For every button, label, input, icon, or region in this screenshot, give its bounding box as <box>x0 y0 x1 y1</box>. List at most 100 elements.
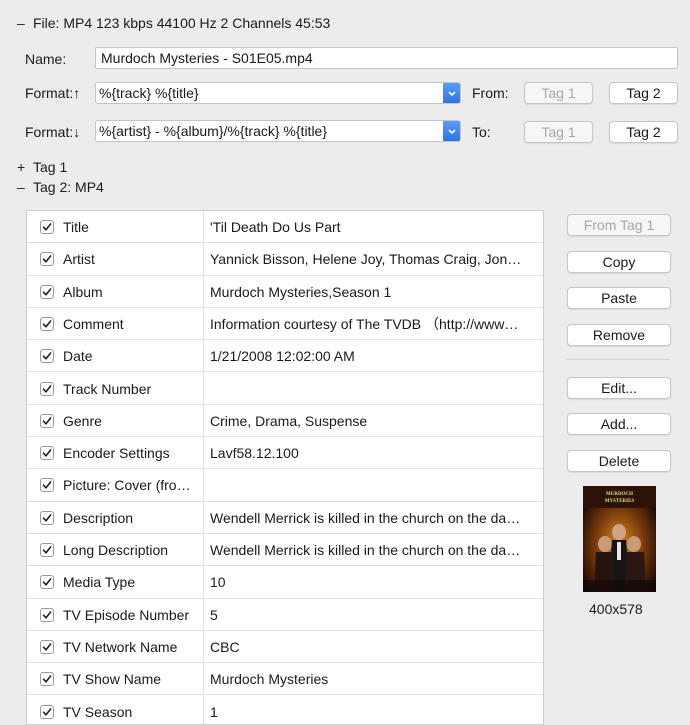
frame-name: Picture: Cover (fro… <box>63 477 191 494</box>
column-divider <box>203 695 204 724</box>
checkmark-icon <box>42 546 52 554</box>
row-checkbox[interactable] <box>40 349 54 364</box>
from-label: From: <box>472 85 509 101</box>
frame-name: Comment <box>63 315 124 332</box>
table-row[interactable]: Track Number <box>27 372 543 405</box>
remove-button[interactable]: Remove <box>567 324 671 346</box>
file-info-label: File: MP4 123 kbps 44100 Hz 2 Channels 4… <box>33 15 331 31</box>
file-collapse-toggle[interactable]: – <box>17 15 25 31</box>
column-divider <box>203 534 204 566</box>
table-row[interactable]: Picture: Cover (fro… <box>27 469 543 502</box>
format-up-combo[interactable]: %{track} %{title} <box>95 82 461 104</box>
checkmark-icon <box>42 384 52 393</box>
frame-value[interactable] <box>210 373 538 405</box>
from-tag1-button[interactable]: Tag 1 <box>524 82 593 104</box>
frame-name: Track Number <box>63 380 152 397</box>
column-divider <box>203 566 204 599</box>
table-row[interactable]: TV Network Name CBC <box>27 630 543 664</box>
checkmark-icon <box>42 320 52 328</box>
frame-value[interactable]: Crime, Drama, Suspense <box>210 405 538 437</box>
row-checkbox[interactable] <box>40 672 54 687</box>
frame-value[interactable]: Information courtesy of The TVDB （http:/… <box>210 308 538 340</box>
frame-value[interactable]: CBC <box>210 631 538 663</box>
column-divider <box>203 307 204 340</box>
row-checkbox[interactable] <box>40 704 54 719</box>
from-tag1-copy-button[interactable]: From Tag 1 <box>567 214 671 236</box>
format-up-value: %{track} %{title} <box>99 85 199 101</box>
frame-name: Description <box>63 509 134 526</box>
column-divider <box>203 663 204 696</box>
table-row[interactable]: Long Description Wendell Merrick is kille… <box>27 534 543 567</box>
frame-value[interactable]: Lavf58.12.100 <box>210 437 538 469</box>
table-row[interactable]: TV Episode Number 5 <box>27 598 543 631</box>
frame-value[interactable]: Wendell Merrick is killed in the church … <box>210 502 538 534</box>
table-row[interactable]: Genre Crime, Drama, Suspense <box>27 404 543 438</box>
frame-value[interactable]: Wendell Merrick is killed in the church … <box>210 534 538 566</box>
row-checkbox[interactable] <box>40 639 54 654</box>
row-checkbox[interactable] <box>40 575 54 590</box>
to-tag1-button[interactable]: Tag 1 <box>524 121 593 143</box>
checkmark-icon <box>42 223 52 231</box>
chevron-updown-icon[interactable] <box>443 121 460 141</box>
edit-button[interactable]: Edit... <box>567 377 671 399</box>
table-row[interactable]: Album Murdoch Mysteries,Season 1 <box>27 275 543 308</box>
paste-button[interactable]: Paste <box>567 287 671 309</box>
table-row[interactable]: Media Type 10 <box>27 566 543 599</box>
column-divider <box>203 501 204 534</box>
row-checkbox[interactable] <box>40 284 54 299</box>
delete-button[interactable]: Delete <box>567 450 671 472</box>
column-divider <box>203 275 204 308</box>
table-row[interactable]: Title 'Til Death Do Us Part <box>27 211 543 244</box>
frame-value[interactable]: 10 <box>210 566 538 598</box>
add-button[interactable]: Add... <box>567 413 671 435</box>
frame-value[interactable]: 'Til Death Do Us Part <box>210 211 538 243</box>
row-checkbox[interactable] <box>40 607 54 622</box>
row-checkbox[interactable] <box>40 446 54 461</box>
frame-name: TV Season <box>63 703 133 720</box>
table-row[interactable]: TV Show Name Murdoch Mysteries <box>27 663 543 696</box>
row-checkbox[interactable] <box>40 220 54 234</box>
row-checkbox[interactable] <box>40 316 54 331</box>
table-row[interactable]: Date 1/21/2008 12:02:00 AM <box>27 340 543 373</box>
frames-table[interactable]: Title 'Til Death Do Us Part Artist Yannick … <box>26 210 544 725</box>
table-row[interactable]: Comment Information courtesy of The TVDB … <box>27 307 543 341</box>
cover-art-image[interactable]: MURDOCH MYSTERIES <box>583 486 656 592</box>
frame-name: Genre <box>63 412 102 429</box>
frame-value[interactable]: Murdoch Mysteries <box>210 663 538 695</box>
column-divider <box>203 630 204 663</box>
checkmark-icon <box>42 675 52 683</box>
chevron-updown-icon[interactable] <box>443 83 460 103</box>
row-checkbox[interactable] <box>40 478 54 493</box>
frame-name: TV Episode Number <box>63 606 190 623</box>
frame-name: Date <box>63 348 93 365</box>
from-tag2-button[interactable]: Tag 2 <box>609 82 678 104</box>
frame-value[interactable] <box>210 469 538 501</box>
frame-name: Album <box>63 283 103 300</box>
row-checkbox[interactable] <box>40 381 54 396</box>
frame-name: Encoder Settings <box>63 445 170 462</box>
row-checkbox[interactable] <box>40 413 54 428</box>
column-divider <box>203 211 204 243</box>
frame-value[interactable]: Yannick Bisson, Helene Joy, Thomas Craig… <box>210 243 538 275</box>
table-row[interactable]: Description Wendell Merrick is killed in … <box>27 501 543 534</box>
tag2-collapse-toggle[interactable]: – <box>17 179 25 195</box>
frame-value[interactable]: 1 <box>210 696 538 725</box>
button-separator <box>567 359 671 360</box>
frame-value[interactable]: 1/21/2008 12:02:00 AM <box>210 340 538 372</box>
column-divider <box>203 437 204 470</box>
table-row[interactable]: Encoder Settings Lavf58.12.100 <box>27 437 543 470</box>
row-checkbox[interactable] <box>40 252 54 267</box>
table-row[interactable]: TV Season 1 <box>27 695 543 725</box>
frame-value[interactable]: Murdoch Mysteries,Season 1 <box>210 276 538 308</box>
frame-value[interactable]: 5 <box>210 599 538 631</box>
column-divider <box>203 469 204 502</box>
tag1-expand-toggle[interactable]: + <box>17 159 25 175</box>
table-row[interactable]: Artist Yannick Bisson, Helene Joy, Thomas… <box>27 243 543 276</box>
filename-field[interactable]: Murdoch Mysteries - S01E05.mp4 <box>95 47 678 69</box>
to-tag2-button[interactable]: Tag 2 <box>609 121 678 143</box>
row-checkbox[interactable] <box>40 510 54 525</box>
format-down-combo[interactable]: %{artist} - %{album}/%{track} %{title} <box>95 120 461 142</box>
frame-name: Title <box>63 219 89 235</box>
copy-button[interactable]: Copy <box>567 251 671 273</box>
row-checkbox[interactable] <box>40 543 54 557</box>
